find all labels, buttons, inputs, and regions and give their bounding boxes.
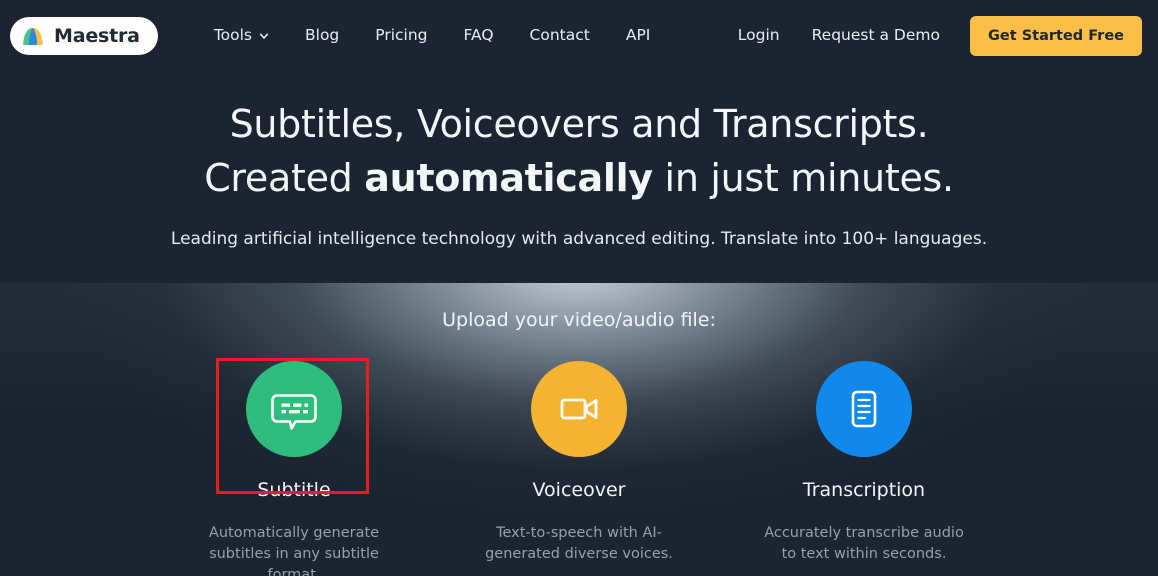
nav-item-faq[interactable]: FAQ <box>446 20 512 52</box>
upload-option-transcription[interactable]: Transcription Accurately transcribe audi… <box>722 361 1007 565</box>
headline-line-2-post: in just minutes. <box>652 155 955 200</box>
voiceover-option-description: Text-to-speech with AI-generated diverse… <box>485 525 673 563</box>
page-title: Subtitles, Voiceovers and Transcripts. C… <box>0 98 1158 206</box>
headline-line-1: Subtitles, Voiceovers and Transcripts. <box>229 102 929 146</box>
upload-panel-title: Upload your video/audio file: <box>442 309 716 331</box>
voiceover-icon-circle[interactable] <box>531 361 627 457</box>
upload-option-list: Subtitle Automatically generate subtitle… <box>0 361 1158 576</box>
hero-subheadline: Leading artificial intelligence technolo… <box>170 228 988 249</box>
nav-item-blog[interactable]: Blog <box>287 20 357 52</box>
document-lines-icon <box>851 390 877 428</box>
transcription-option-description: Accurately transcribe audio to text with… <box>764 525 964 563</box>
transcription-option-label: Transcription <box>802 479 926 501</box>
subtitle-option-description: Automatically generate subtitles in any … <box>208 525 380 576</box>
video-camera-icon <box>560 398 598 420</box>
logo-text: Maestra <box>54 24 140 47</box>
account-navigation: Login Request a Demo Get Started Free <box>722 16 1142 56</box>
upload-option-voiceover[interactable]: Voiceover Text-to-speech with AI-generat… <box>437 361 722 565</box>
subtitle-option-label: Subtitle <box>257 479 331 501</box>
maestra-mountain-logo-icon <box>23 27 43 45</box>
transcription-icon-circle[interactable] <box>816 361 912 457</box>
voiceover-option-label: Voiceover <box>532 479 626 501</box>
chevron-down-icon <box>259 33 269 39</box>
get-started-free-button[interactable]: Get Started Free <box>969 16 1142 56</box>
headline-line-2-pre: Created <box>204 155 365 200</box>
upload-panel: Upload your video/audio file: Subtitle A… <box>0 283 1158 576</box>
subtitle-icon-circle[interactable] <box>246 361 342 457</box>
logo-home-link[interactable]: Maestra <box>10 17 158 55</box>
hero-section: Subtitles, Voiceovers and Transcripts. C… <box>0 72 1158 252</box>
speech-bubble-subtitle-icon <box>271 394 317 430</box>
primary-navigation: Tools Blog Pricing FAQ Contact API <box>196 20 669 52</box>
nav-item-tools-label: Tools <box>213 26 252 45</box>
nav-item-tools[interactable]: Tools <box>196 20 287 52</box>
login-link[interactable]: Login <box>722 20 796 52</box>
request-demo-link[interactable]: Request a Demo <box>796 20 956 52</box>
upload-option-subtitle[interactable]: Subtitle Automatically generate subtitle… <box>152 361 437 576</box>
site-header: Maestra Tools Blog Pricing FAQ Contact A… <box>0 0 1158 72</box>
nav-item-contact[interactable]: Contact <box>512 20 608 52</box>
headline-line-2-bold: automatically <box>364 155 653 200</box>
nav-item-api[interactable]: API <box>608 20 669 52</box>
nav-item-pricing[interactable]: Pricing <box>357 20 445 52</box>
